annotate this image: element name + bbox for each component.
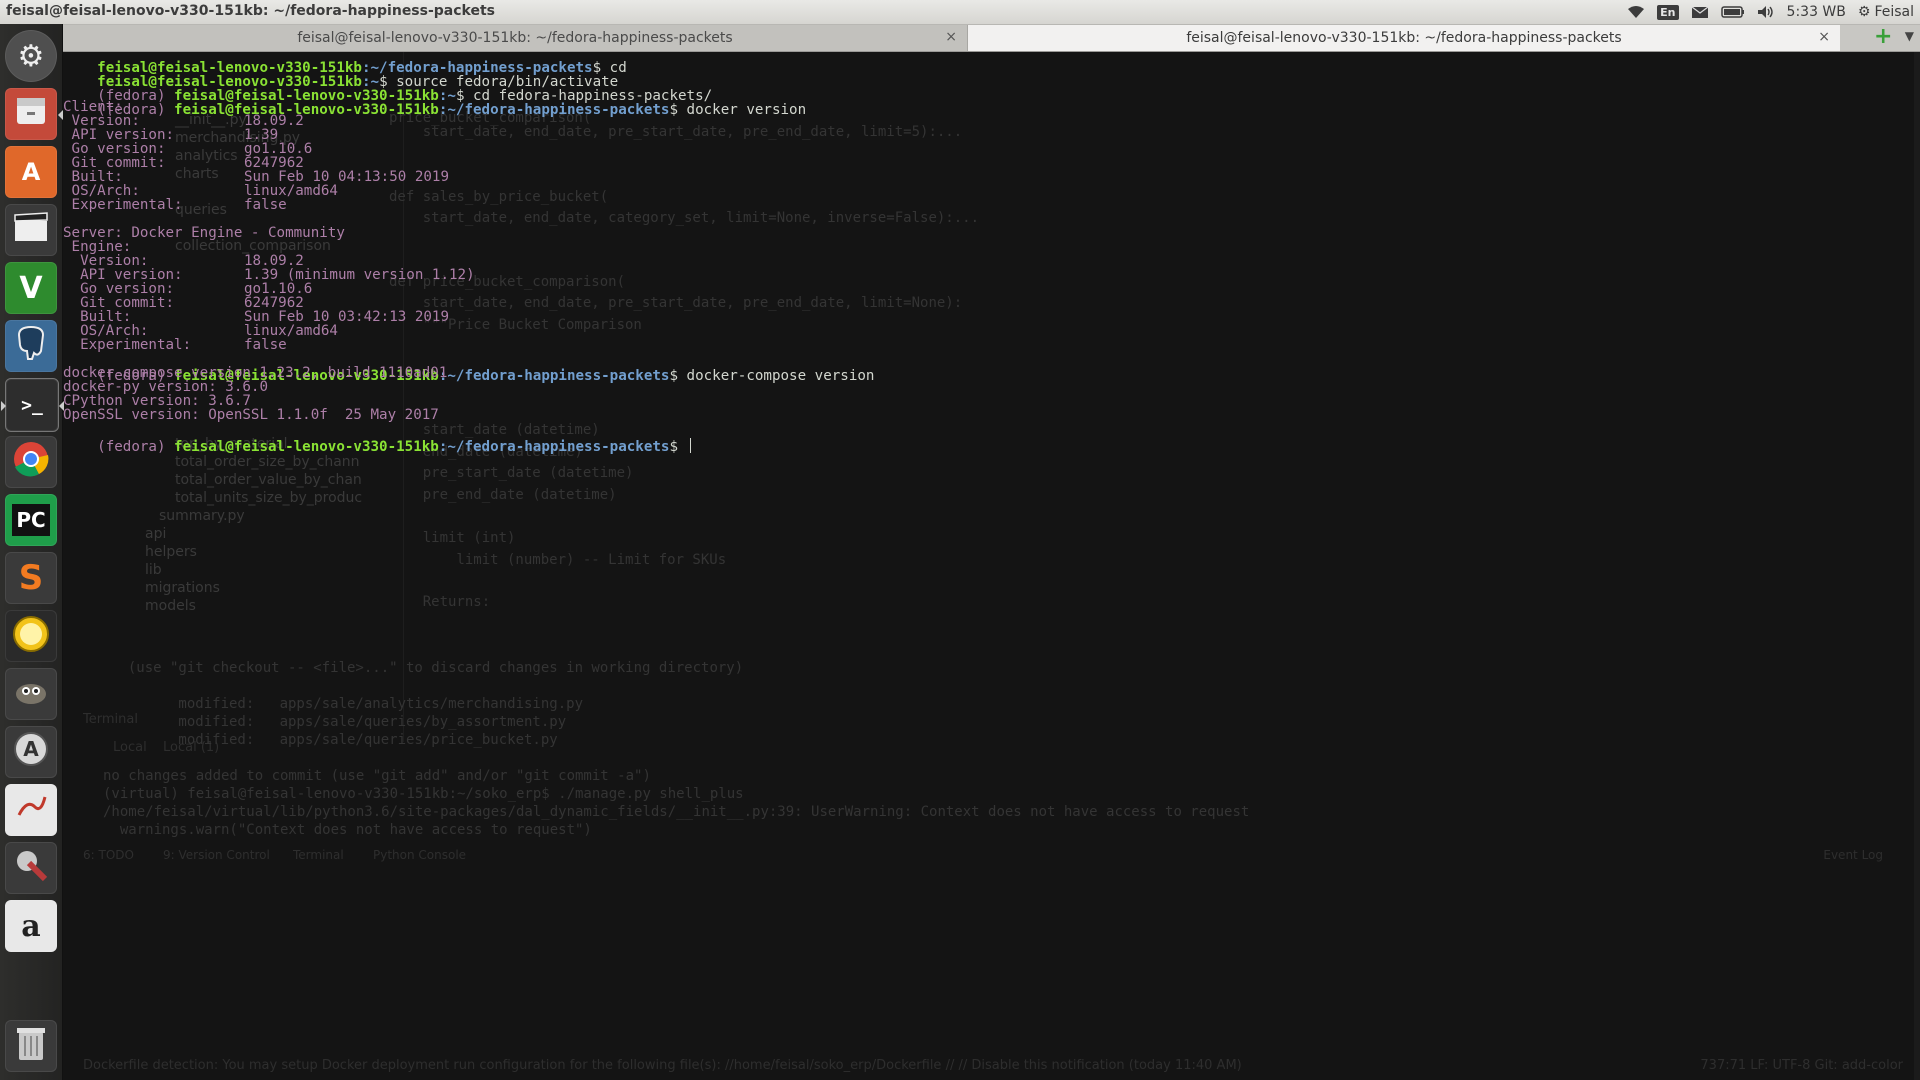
prompt-path: :~/fedora-happiness-packets [438, 368, 670, 384]
trash-icon [15, 1024, 47, 1068]
terminal-icon: >_ [21, 394, 43, 416]
sublime-text-button[interactable]: S [5, 552, 57, 604]
amazon-button[interactable]: a [5, 900, 57, 952]
files-button[interactable] [5, 88, 63, 140]
text-cursor [689, 438, 691, 453]
pycharm-button[interactable]: PC [5, 494, 57, 546]
window-title: feisal@feisal-lenovo-v330-151kb: ~/fedor… [6, 3, 496, 19]
user-name: Feisal [1874, 4, 1914, 20]
system-settings-button[interactable] [5, 842, 57, 894]
terminal-scrollbar[interactable] [1914, 52, 1920, 1080]
gimp-button[interactable] [5, 668, 57, 720]
prompt-path: :~/fedora-happiness-packets [438, 102, 670, 118]
sublime-icon: S [18, 558, 44, 598]
svg-text:A: A [23, 737, 39, 761]
field-key: Experimental: [63, 197, 183, 213]
software-updater-button[interactable]: A [5, 726, 57, 778]
close-icon[interactable]: × [1818, 29, 1830, 45]
prompt-user-host: feisal@feisal-lenovo-v330-151kb [174, 102, 439, 118]
volume-icon[interactable] [1751, 0, 1781, 24]
gimp-icon [12, 676, 50, 712]
pgadmin-button[interactable] [5, 320, 57, 372]
stopwatch-button[interactable] [5, 610, 57, 662]
system-tray: En 5:33 WB ⚙ Feisal [1621, 0, 1920, 24]
clapperboard-icon [13, 211, 49, 249]
prompt-path: :~/fedora-happiness-packets [438, 439, 670, 455]
terminal-line: (fedora) feisal@feisal-lenovo-v330-151kb… [63, 85, 806, 118]
top-panel: feisal@feisal-lenovo-v330-151kb: ~/fedor… [0, 0, 1920, 25]
terminal-button[interactable]: >_ [1, 378, 64, 432]
field-value: false [244, 197, 287, 213]
terminal-input-line[interactable]: (fedora) feisal@feisal-lenovo-v330-151kb… [63, 421, 691, 455]
gear-icon: ⚙ [1857, 4, 1871, 20]
file-cabinet-icon [14, 94, 48, 134]
keyboard-layout-indicator[interactable]: En [1651, 0, 1684, 24]
battery-icon[interactable] [1715, 0, 1751, 24]
pycharm-icon: PC [12, 504, 50, 536]
gear-icon: ⚙ [17, 38, 45, 74]
mail-icon[interactable] [1685, 0, 1715, 24]
chevron-down-icon[interactable]: ▼ [1905, 29, 1914, 43]
session-menu[interactable]: ⚙ Feisal [1852, 0, 1920, 24]
software-center-button[interactable]: A [5, 146, 57, 198]
terminal-tab-2[interactable]: feisal@feisal-lenovo-v330-151kb: ~/fedor… [968, 25, 1840, 51]
prompt-command: $ docker-compose version [669, 368, 875, 384]
wrench-icon [13, 847, 49, 889]
prompt-command: $ [669, 439, 687, 455]
tab-title: feisal@feisal-lenovo-v330-151kb: ~/fedor… [1186, 30, 1622, 46]
terminal-output[interactable]: feisal@feisal-lenovo-v330-151kb:~/fedora… [63, 52, 1920, 1080]
shopping-bag-icon: A [21, 158, 41, 186]
clock[interactable]: 5:33 WB [1781, 0, 1852, 24]
close-icon[interactable]: × [945, 29, 957, 45]
prompt-venv: (fedora) [97, 439, 175, 455]
chrome-button[interactable] [5, 436, 57, 488]
prompt-user-host: feisal@feisal-lenovo-v330-151kb [174, 439, 439, 455]
text-editor-button[interactable] [5, 784, 57, 836]
amazon-icon: a [21, 908, 41, 944]
chrome-icon [12, 440, 50, 484]
wifi-icon[interactable] [1621, 0, 1651, 24]
terminal-line: Experimental: false [63, 197, 287, 214]
updater-icon: A [12, 730, 50, 774]
prompt-command: $ docker version [669, 102, 807, 118]
vim-button[interactable]: V [5, 262, 57, 314]
trash-button[interactable] [5, 1020, 57, 1072]
elephant-icon [14, 325, 48, 367]
launcher: ⚙ A V >_ PC S A a [0, 24, 64, 1080]
new-tab-icon[interactable]: + [1874, 26, 1892, 48]
video-editor-button[interactable] [5, 204, 57, 256]
pen-icon [13, 789, 49, 831]
stopwatch-icon [11, 613, 51, 659]
dash-home-button[interactable]: ⚙ [5, 30, 57, 82]
vim-icon: V [19, 270, 43, 306]
